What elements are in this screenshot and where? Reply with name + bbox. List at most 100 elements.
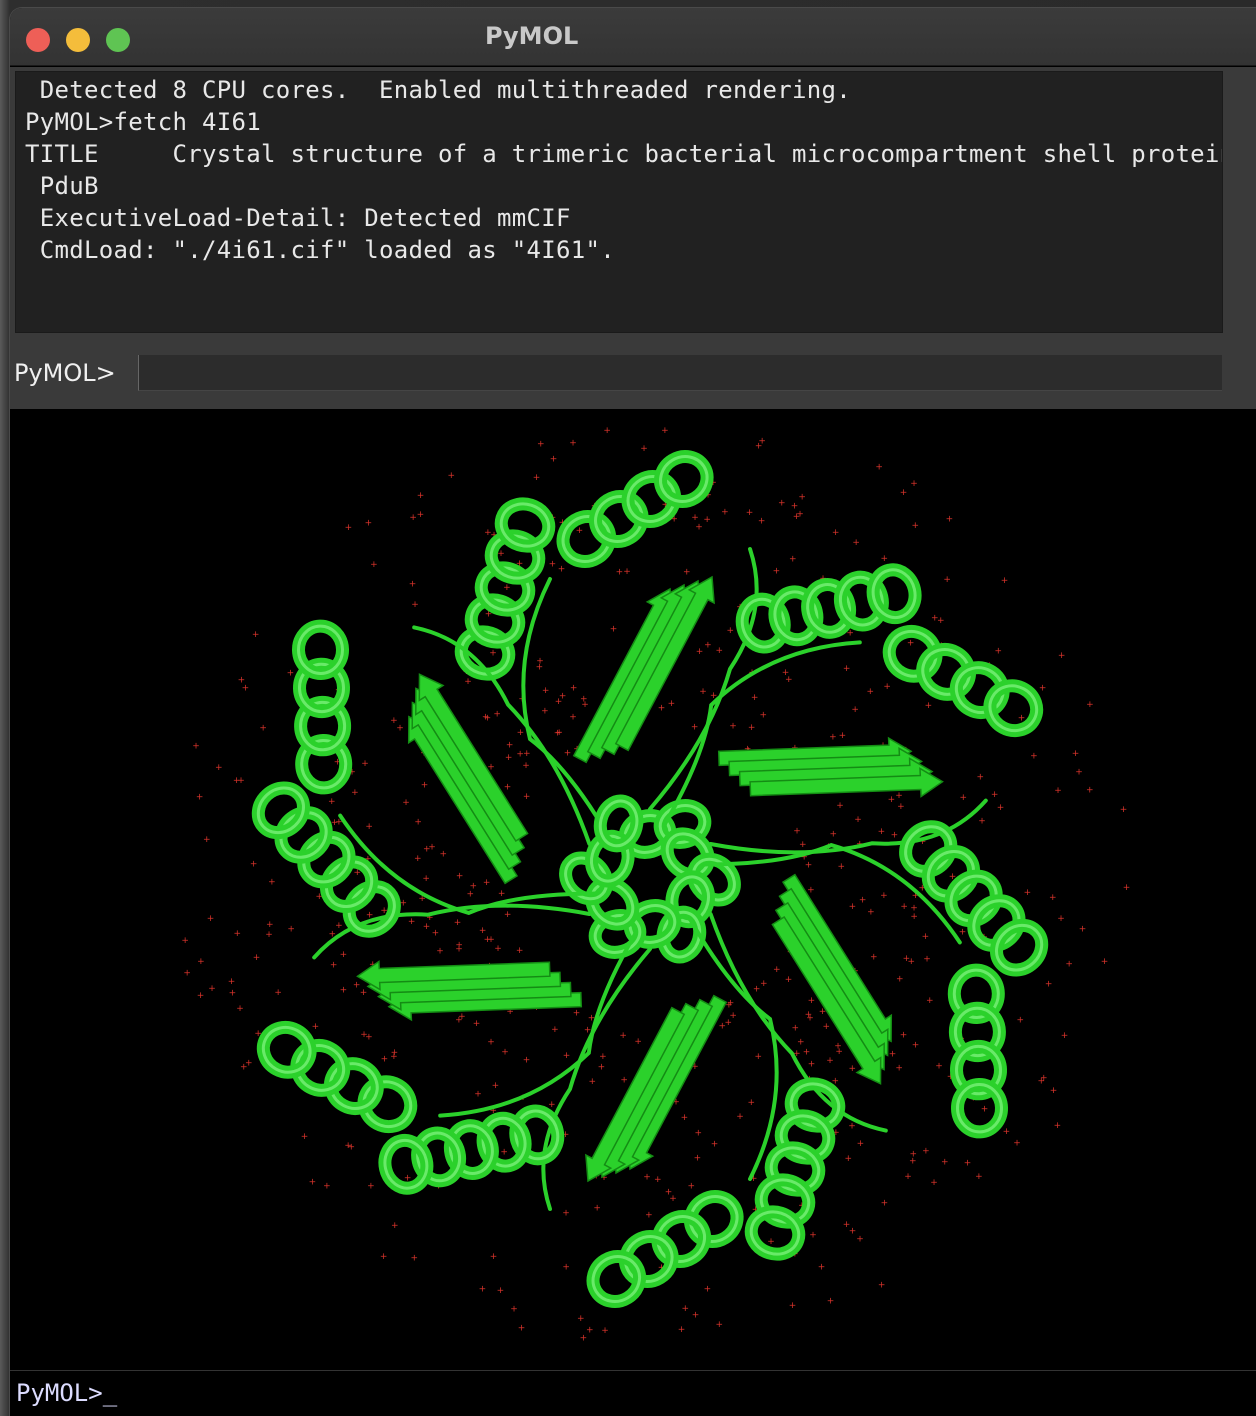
water-molecule: +	[1054, 786, 1062, 796]
water-molecule: +	[422, 874, 430, 884]
water-molecule: +	[458, 1012, 466, 1022]
water-molecule: +	[661, 426, 669, 436]
water-molecule: +	[1123, 883, 1131, 893]
water-molecule: +	[981, 1105, 989, 1115]
water-molecule: +	[409, 513, 417, 523]
water-molecule: +	[758, 516, 766, 526]
water-molecule: +	[930, 1178, 938, 1188]
water-molecule: +	[808, 1060, 816, 1070]
water-molecule: +	[390, 716, 398, 726]
console-line: PduB	[25, 172, 99, 200]
water-molecule: +	[250, 860, 258, 870]
water-molecule: +	[455, 945, 463, 955]
water-molecule: +	[563, 1051, 571, 1061]
water-molecule: +	[1050, 1086, 1058, 1096]
water-molecule: +	[623, 567, 631, 577]
water-molecule: +	[678, 1325, 686, 1335]
output-console[interactable]: Detected 8 CPU cores. Enabled multithrea…	[15, 71, 1223, 333]
water-molecule: +	[695, 522, 703, 532]
command-input[interactable]	[138, 355, 1222, 391]
water-molecule: +	[997, 803, 1005, 813]
water-molecule: +	[1024, 888, 1032, 898]
water-molecule: +	[208, 984, 216, 994]
water-molecule: +	[365, 1033, 373, 1043]
water-molecule: +	[580, 1334, 588, 1344]
water-molecule: +	[1040, 1073, 1048, 1083]
water-molecule: +	[960, 793, 968, 803]
water-molecule: +	[910, 904, 918, 914]
water-molecule: +	[1061, 1031, 1069, 1041]
water-molecule: +	[891, 831, 899, 841]
water-molecule: +	[870, 952, 878, 962]
water-molecule: +	[494, 944, 502, 954]
water-molecule: +	[798, 493, 806, 503]
viewer-command-line[interactable]: PyMOL>_	[10, 1370, 1256, 1416]
console-line: ExecutiveLoad-Detail: Detected mmCIF	[25, 204, 571, 232]
water-molecule: +	[489, 648, 497, 658]
water-molecule: +	[610, 625, 618, 635]
water-molecule: +	[830, 830, 838, 840]
water-molecule: +	[287, 668, 295, 678]
water-molecule: +	[1049, 893, 1057, 903]
water-molecule: +	[654, 1175, 662, 1185]
water-molecule: +	[562, 1262, 570, 1272]
water-molecule: +	[599, 1052, 607, 1062]
water-molecule: +	[1003, 1127, 1011, 1137]
water-molecule: +	[503, 583, 511, 593]
external-gui-panel: Detected 8 CPU cores. Enabled multithrea…	[10, 67, 1256, 409]
water-molecule: +	[849, 1064, 857, 1074]
water-molecule: +	[704, 641, 712, 651]
loop-coil	[521, 577, 612, 841]
water-molecule: +	[634, 1037, 642, 1047]
water-molecule: +	[203, 835, 211, 845]
water-molecule: +	[682, 1304, 690, 1314]
water-molecule: +	[838, 862, 846, 872]
window-title: PyMOL	[485, 22, 579, 50]
water-molecule: +	[361, 759, 369, 769]
water-molecule: +	[845, 1154, 853, 1164]
water-molecule: +	[975, 1172, 983, 1182]
water-molecule: +	[569, 713, 577, 723]
water-molecule: +	[696, 647, 704, 657]
water-molecule: +	[818, 1263, 826, 1273]
water-molecule: +	[259, 724, 267, 734]
water-molecule: +	[904, 1172, 912, 1182]
water-molecule: +	[501, 1048, 509, 1058]
water-molecule: +	[1075, 767, 1083, 777]
water-molecule: +	[912, 521, 920, 531]
water-molecule: +	[900, 488, 908, 498]
water-molecule: +	[482, 713, 490, 723]
water-molecule: +	[925, 701, 933, 711]
water-molecule: +	[268, 878, 276, 888]
water-molecule: +	[964, 1159, 972, 1169]
water-molecule: +	[601, 1326, 609, 1336]
water-molecule: +	[542, 686, 550, 696]
water-molecule: +	[493, 709, 501, 719]
water-molecule: +	[1045, 980, 1053, 990]
water-molecule: +	[721, 508, 729, 518]
water-molecule: +	[252, 630, 260, 640]
molecule-viewport[interactable]: + + + + + + + + + + + + + + + + + + + + + + + + + + + + + + + + + + + + + + + +…	[10, 409, 1256, 1369]
water-molecule: +	[897, 802, 905, 812]
water-molecule: +	[1001, 576, 1009, 586]
water-molecule: +	[888, 795, 896, 805]
water-molecule: +	[593, 1204, 601, 1214]
water-molecule: +	[548, 1100, 556, 1110]
water-molecule: +	[806, 1013, 814, 1023]
water-molecule: +	[504, 910, 512, 920]
water-molecule: +	[414, 854, 422, 864]
water-molecule: +	[900, 1031, 908, 1041]
water-molecule: +	[506, 740, 514, 750]
alpha-helix	[556, 450, 714, 568]
water-molecule: +	[421, 781, 429, 791]
water-molecule: +	[1039, 683, 1047, 693]
title-bar[interactable]: PyMOL	[10, 8, 1256, 66]
water-molecule: +	[340, 950, 348, 960]
water-molecule: +	[408, 917, 416, 927]
water-molecule: +	[688, 1182, 696, 1192]
water-molecule: +	[233, 776, 241, 786]
water-molecule: +	[616, 568, 624, 578]
water-molecule: +	[778, 499, 786, 509]
water-molecule: +	[253, 953, 261, 963]
water-molecule: +	[797, 1038, 805, 1048]
